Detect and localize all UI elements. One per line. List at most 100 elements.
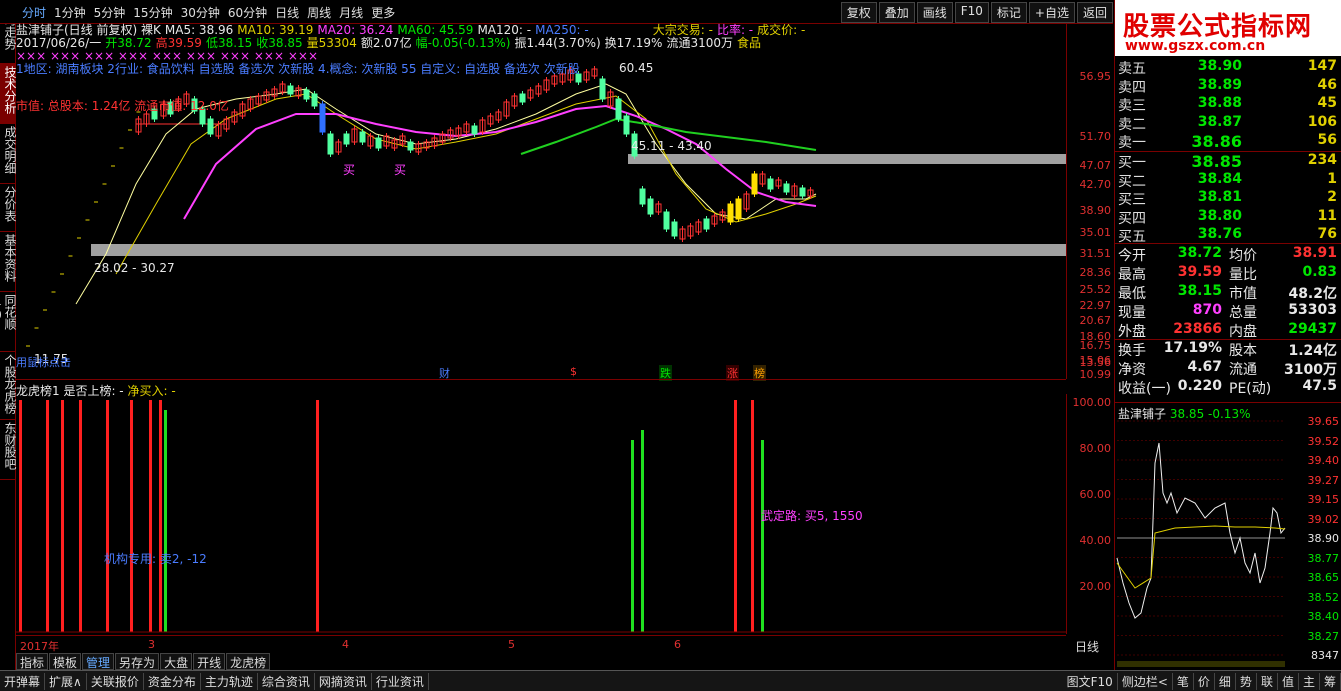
stat-value: 870 bbox=[1192, 302, 1222, 318]
status-right-button[interactable]: 主 bbox=[1299, 673, 1320, 690]
stat-row: 换手 17.19% 股本 1.24亿 bbox=[1115, 340, 1341, 359]
side-tab[interactable]: 个股龙虎榜 bbox=[0, 352, 17, 420]
lhb-bar-green bbox=[761, 440, 764, 632]
period-tab[interactable]: 更多 bbox=[367, 4, 399, 21]
period-tab[interactable]: 月线 bbox=[335, 4, 367, 21]
stat-row: 收益(一) 0.220 PE(动) 47.5 bbox=[1115, 378, 1341, 397]
toolbar-button[interactable]: 复权 bbox=[840, 2, 877, 23]
status-right-button[interactable]: 值 bbox=[1278, 673, 1299, 690]
status-right-button[interactable]: 图文F10 bbox=[1063, 673, 1118, 690]
period-tab[interactable]: 分时 bbox=[18, 4, 50, 21]
status-button[interactable]: 综合资讯 bbox=[258, 672, 315, 690]
status-button[interactable]: 开弹幕 bbox=[0, 672, 46, 690]
toolbar-button[interactable]: 返回 bbox=[1076, 2, 1113, 23]
status-right-button[interactable]: 势 bbox=[1236, 673, 1257, 690]
period-tab[interactable]: 15分钟 bbox=[129, 4, 176, 21]
period-tab[interactable]: 周线 bbox=[303, 4, 335, 21]
period-tab[interactable]: 30分钟 bbox=[177, 4, 224, 21]
mini-tick: 39.15 bbox=[1307, 493, 1340, 506]
indicator-tab[interactable]: 模板 bbox=[49, 653, 82, 670]
lhb-canvas[interactable] bbox=[16, 380, 1066, 636]
resistance-zone bbox=[628, 154, 1066, 164]
side-tab[interactable]: 成交明细 bbox=[0, 124, 17, 184]
ma-line-white bbox=[75, 83, 817, 305]
status-right-button[interactable]: 笔 bbox=[1173, 673, 1194, 690]
stat-value: 17.19% bbox=[1163, 340, 1222, 356]
bid-row: 买三 38.81 2 bbox=[1115, 189, 1341, 208]
status-button[interactable]: 扩展∧ bbox=[45, 672, 87, 690]
indicator-tab[interactable]: 开线 bbox=[193, 653, 226, 670]
bid-volume: 76 bbox=[1317, 226, 1337, 242]
indicator-tab[interactable]: 管理 bbox=[82, 653, 115, 670]
bid-price: 38.80 bbox=[1197, 207, 1242, 224]
indicator-tab[interactable]: 指标 bbox=[16, 653, 49, 670]
ask-label: 卖四 bbox=[1118, 79, 1146, 96]
period-tab[interactable]: 1分钟 bbox=[50, 4, 90, 21]
period-tab[interactable]: 5分钟 bbox=[90, 4, 130, 21]
orderbook-divider bbox=[1115, 243, 1341, 244]
stat-row: 现量 870 总量 53303 bbox=[1115, 302, 1341, 321]
date-tick: 4 bbox=[342, 638, 349, 651]
status-button[interactable]: 网摘资讯 bbox=[315, 672, 372, 690]
status-right-button[interactable]: 细 bbox=[1215, 673, 1236, 690]
status-button[interactable]: 行业资讯 bbox=[372, 672, 429, 690]
mini-tick: 39.65 bbox=[1307, 415, 1340, 428]
stat-label: 市值 bbox=[1229, 286, 1257, 302]
side-tab[interactable]: 分价表 bbox=[0, 184, 17, 232]
status-button[interactable]: 资金分布 bbox=[144, 672, 201, 690]
indicator-tab[interactable]: 大盘 bbox=[160, 653, 193, 670]
intraday-mini-chart[interactable]: 盐津铺子 38.85 -0.13% 39.65 39.52 39.40 39.27 39… bbox=[1115, 402, 1341, 670]
toolbar-button[interactable]: 画线 bbox=[916, 2, 953, 23]
event-marker[interactable]: $ bbox=[569, 365, 578, 378]
bid-label: 买二 bbox=[1118, 173, 1146, 190]
price-tick: 31.51 bbox=[1079, 247, 1112, 260]
event-markers: 财 $ 跌涨榜 bbox=[16, 365, 1066, 381]
status-right-button[interactable]: 联 bbox=[1257, 673, 1278, 690]
ask-volume: 147 bbox=[1307, 58, 1337, 74]
ask-label: 卖三 bbox=[1118, 98, 1146, 114]
stat-label: 最高 bbox=[1118, 267, 1146, 283]
lhb-indicator-panel[interactable]: 龙虎榜1 是否上榜: - 净买入: - 机构专用: 卖2, -12 武定路: 买… bbox=[16, 379, 1066, 635]
status-right-button[interactable]: 价 bbox=[1194, 673, 1215, 690]
ask-price: 38.89 bbox=[1197, 76, 1242, 93]
candle-body bbox=[671, 221, 678, 237]
toolbar-button[interactable]: +自选 bbox=[1028, 2, 1075, 23]
kline-chart[interactable]: 盐津铺子(日线 前复权) 裸K MA5: 38.96 MA10: 39.19 M… bbox=[16, 24, 1066, 379]
candle-body bbox=[327, 133, 334, 155]
mini-tick: 39.40 bbox=[1307, 454, 1340, 467]
kline-canvas[interactable] bbox=[16, 24, 1066, 379]
status-button[interactable]: 主力轨迹 bbox=[201, 672, 258, 690]
lhb-tick: 80.00 bbox=[1079, 442, 1112, 455]
candle-body bbox=[207, 118, 214, 135]
candle-body bbox=[727, 203, 734, 223]
candle-body bbox=[703, 218, 710, 230]
stat-row: 净资 4.67 流通 3100万 bbox=[1115, 359, 1341, 378]
period-tab[interactable]: 60分钟 bbox=[224, 4, 271, 21]
status-right-button[interactable]: 筹 bbox=[1320, 673, 1341, 690]
amplitude-value: 振1.44(3.70%) bbox=[514, 36, 601, 50]
side-tab[interactable]: 同花顺10 bbox=[0, 292, 17, 352]
price-tick: 51.70 bbox=[1079, 130, 1112, 143]
sector-tags: 1地区: 湖南板块 2行业: 食品饮料 自选股 备选次 次新股 4.概念: 次新… bbox=[16, 62, 580, 76]
lhb-bar-green bbox=[164, 410, 167, 632]
stat-label: 今开 bbox=[1118, 248, 1146, 264]
toolbar-button[interactable]: 标记 bbox=[990, 2, 1027, 23]
indicator-tab[interactable]: 龙虎榜 bbox=[226, 653, 271, 670]
stat-label: 总量 bbox=[1229, 305, 1257, 321]
lhb-net-buy: 净买入: - bbox=[127, 384, 176, 398]
indicator-tab[interactable]: 另存为 bbox=[115, 653, 160, 670]
period-tab[interactable]: 日线 bbox=[271, 4, 303, 21]
stat-value: 48.2亿 bbox=[1288, 286, 1337, 302]
ask-row: 卖一 38.86 56 bbox=[1115, 132, 1341, 151]
side-tab[interactable]: 东财股吧 bbox=[0, 420, 17, 480]
status-button[interactable]: 关联报价 bbox=[87, 672, 144, 690]
side-tab[interactable]: 技术分析 bbox=[0, 64, 17, 124]
ask-label: 卖五 bbox=[1118, 61, 1146, 77]
lhb-tick: 40.00 bbox=[1079, 534, 1112, 547]
toolbar-button[interactable]: 叠加 bbox=[878, 2, 915, 23]
bid-price: 38.81 bbox=[1197, 189, 1242, 205]
status-right-button[interactable]: 侧边栏< bbox=[1118, 673, 1173, 690]
side-tab[interactable]: 基本资料 bbox=[0, 232, 17, 292]
toolbar-button[interactable]: F10 bbox=[954, 2, 989, 23]
bid-price: 38.76 bbox=[1197, 226, 1242, 242]
